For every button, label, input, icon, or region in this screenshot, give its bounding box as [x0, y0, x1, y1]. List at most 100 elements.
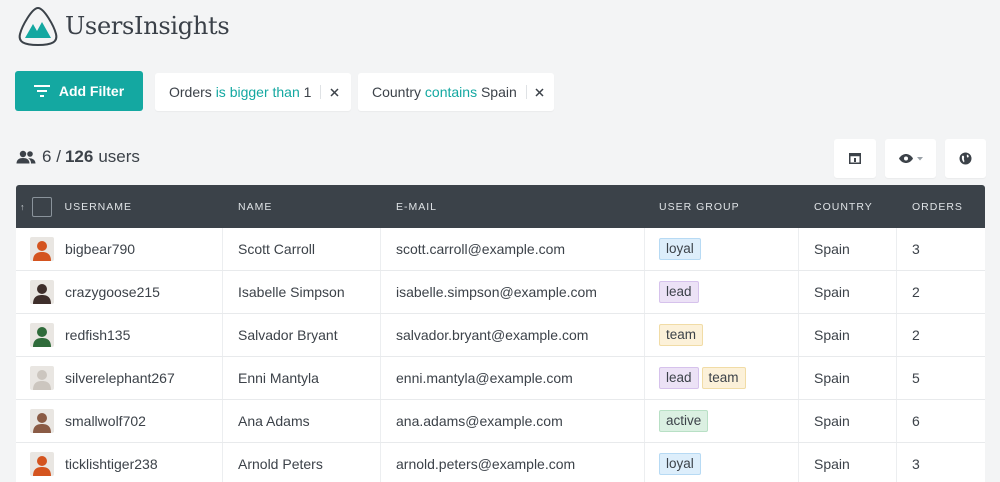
sort-indicator[interactable]: ↑: [20, 202, 26, 212]
users-table: ↑ USERNAME NAME E-MAIL USER GROUP COUNTR…: [16, 185, 985, 482]
orders-count: 5: [912, 370, 920, 386]
country-cell: Spain: [799, 400, 897, 442]
full-name: Enni Mantyla: [238, 370, 319, 386]
full-name: Salvador Bryant: [238, 327, 338, 343]
user-group-cell: loyal: [645, 443, 799, 482]
filter-chip-country[interactable]: Country contains Spain: [358, 73, 554, 111]
user-group-badge[interactable]: loyal: [659, 453, 701, 475]
filter-value: 1: [303, 84, 312, 100]
username[interactable]: ticklishtiger238: [65, 456, 158, 472]
user-group-badge[interactable]: team: [701, 367, 746, 389]
name-cell: Isabelle Simpson: [223, 271, 381, 313]
add-filter-button[interactable]: Add Filter: [15, 71, 143, 111]
table-row[interactable]: redfish135 Salvador Bryant salvador.bryant…: [16, 314, 985, 357]
user-group-cell: lead: [645, 271, 799, 313]
country: Spain: [814, 370, 850, 386]
username[interactable]: bigbear790: [65, 241, 135, 257]
close-icon: [330, 87, 339, 97]
email-cell: scott.carroll@example.com: [381, 228, 645, 270]
column-email[interactable]: E-MAIL: [381, 185, 645, 228]
user-group-badge[interactable]: lead: [659, 281, 699, 303]
email-cell: arnold.peters@example.com: [381, 443, 645, 482]
full-name: Arnold Peters: [238, 456, 323, 472]
username[interactable]: redfish135: [65, 327, 130, 343]
country-cell: Spain: [799, 271, 897, 313]
country: Spain: [814, 456, 850, 472]
user-group-badge[interactable]: active: [659, 410, 709, 432]
table-row[interactable]: crazygoose215 Isabelle Simpson isabelle.si…: [16, 271, 985, 314]
table-row[interactable]: ticklishtiger238 Arnold Peters arnold.pete…: [16, 443, 985, 482]
avatar-image: [30, 280, 54, 304]
user-group-badge[interactable]: team: [659, 324, 704, 346]
shown-count: 6: [42, 147, 52, 166]
email: ana.adams@example.com: [396, 413, 563, 429]
username-cell[interactable]: smallwolf702: [16, 400, 223, 442]
country: Spain: [814, 241, 850, 257]
filter-chip-orders[interactable]: Orders is bigger than 1: [155, 73, 351, 111]
count-separator: /: [56, 147, 61, 166]
name-cell: Ana Adams: [223, 400, 381, 442]
filter-field: Orders: [169, 84, 212, 100]
column-country[interactable]: COUNTRY: [799, 185, 897, 228]
orders-cell: 2: [897, 271, 985, 313]
username-cell[interactable]: redfish135: [16, 314, 223, 356]
add-filter-label: Add Filter: [58, 83, 125, 99]
column-orders[interactable]: ORDERS: [897, 185, 985, 228]
email: arnold.peters@example.com: [396, 456, 576, 472]
country-cell: Spain: [799, 314, 897, 356]
count-unit: users: [98, 147, 140, 166]
email: isabelle.simpson@example.com: [396, 284, 597, 300]
table-row[interactable]: bigbear790 Scott Carroll scott.carroll@exa…: [16, 228, 985, 271]
filter-operator: contains: [424, 84, 478, 100]
username-cell[interactable]: ticklishtiger238: [16, 443, 223, 482]
users-count: 6 / 126 users: [16, 147, 140, 167]
email: scott.carroll@example.com: [396, 241, 566, 257]
username[interactable]: crazygoose215: [65, 284, 160, 300]
avatar-image: [30, 409, 54, 433]
email-cell: enni.mantyla@example.com: [381, 357, 645, 399]
app-logo: UsersInsights: [16, 4, 230, 48]
close-icon: [535, 87, 544, 97]
avatar: [30, 280, 54, 304]
select-all-checkbox[interactable]: [31, 196, 52, 217]
column-label: ORDERS: [912, 200, 963, 213]
orders-cell: 3: [897, 228, 985, 270]
username-cell[interactable]: bigbear790: [16, 228, 223, 270]
columns-icon: [849, 153, 861, 164]
country-cell: Spain: [799, 443, 897, 482]
user-group-badge[interactable]: loyal: [659, 238, 701, 260]
name-cell: Salvador Bryant: [223, 314, 381, 356]
total-count: 126: [64, 147, 94, 166]
visibility-button[interactable]: [885, 139, 936, 178]
column-name[interactable]: NAME: [223, 185, 381, 228]
orders-count: 3: [912, 456, 920, 472]
filter-operator: is bigger than: [215, 84, 300, 100]
app-name: UsersInsights: [65, 12, 230, 40]
user-group-cell: lead team: [645, 357, 799, 399]
table-row[interactable]: silverelephant267 Enni Mantyla enni.mantyl…: [16, 357, 985, 400]
column-user-group[interactable]: USER GROUP: [645, 185, 799, 228]
username[interactable]: smallwolf702: [65, 413, 146, 429]
full-name: Isabelle Simpson: [238, 284, 345, 300]
orders-cell: 3: [897, 443, 985, 482]
username[interactable]: silverelephant267: [65, 370, 175, 386]
email-cell: ana.adams@example.com: [381, 400, 645, 442]
remove-filter-button[interactable]: [527, 87, 553, 97]
user-group-badge[interactable]: lead: [659, 367, 699, 389]
columns-button[interactable]: [834, 139, 876, 178]
table-row[interactable]: smallwolf702 Ana Adams ana.adams@example.c…: [16, 400, 985, 443]
caret-down-icon: [916, 156, 923, 160]
name-cell: Scott Carroll: [223, 228, 381, 270]
country-cell: Spain: [799, 357, 897, 399]
email-cell: isabelle.simpson@example.com: [381, 271, 645, 313]
username-cell[interactable]: silverelephant267: [16, 357, 223, 399]
full-name: Ana Adams: [238, 413, 310, 429]
name-cell: Enni Mantyla: [223, 357, 381, 399]
map-button[interactable]: [945, 139, 986, 178]
remove-filter-button[interactable]: [321, 87, 347, 97]
username-cell[interactable]: crazygoose215: [16, 271, 223, 313]
filter-value: Spain: [480, 84, 517, 100]
orders-cell: 2: [897, 314, 985, 356]
avatar-image: [30, 366, 54, 390]
column-username[interactable]: ↑ USERNAME: [16, 185, 223, 228]
